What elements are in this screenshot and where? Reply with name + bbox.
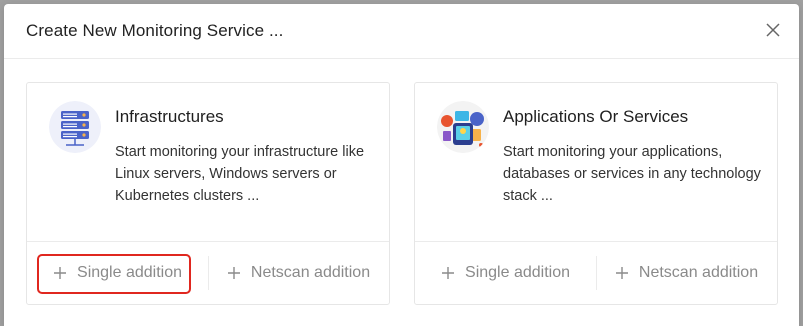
plus-icon — [615, 266, 629, 280]
card-footer: Single addition Netscan addition — [27, 241, 389, 304]
dialog-header: Create New Monitoring Service ... — [4, 4, 799, 59]
applications-card: Applications Or Services Start monitorin… — [414, 82, 778, 305]
button-label: Single addition — [465, 264, 570, 281]
netscan-addition-button[interactable]: Netscan addition — [208, 242, 389, 304]
close-button[interactable] — [761, 18, 785, 42]
button-label: Netscan addition — [250, 264, 371, 281]
card-description: Start monitoring your infrastructure lik… — [115, 144, 365, 204]
close-icon — [766, 23, 780, 37]
single-addition-button[interactable]: Single addition — [415, 242, 596, 304]
server-rack-icon — [49, 101, 101, 153]
netscan-addition-button[interactable]: Netscan addition — [596, 242, 777, 304]
card-title: Infrastructures — [115, 107, 224, 126]
plus-icon — [227, 266, 241, 280]
button-label: Netscan addition — [638, 264, 759, 281]
card-footer: Single addition Netscan addition — [415, 241, 777, 304]
plus-icon — [53, 266, 67, 280]
applications-icon — [437, 101, 489, 153]
button-label: Single addition — [77, 264, 182, 281]
card-title: Applications Or Services — [503, 107, 689, 126]
dialog-title: Create New Monitoring Service ... — [26, 21, 284, 40]
infrastructures-card: Infrastructures Start monitoring your in… — [26, 82, 390, 305]
single-addition-button[interactable]: Single addition — [27, 242, 208, 304]
card-description: Start monitoring your applications, data… — [503, 144, 761, 204]
create-monitoring-service-dialog: Create New Monitoring Service ... Infras… — [4, 4, 799, 326]
plus-icon — [441, 266, 455, 280]
